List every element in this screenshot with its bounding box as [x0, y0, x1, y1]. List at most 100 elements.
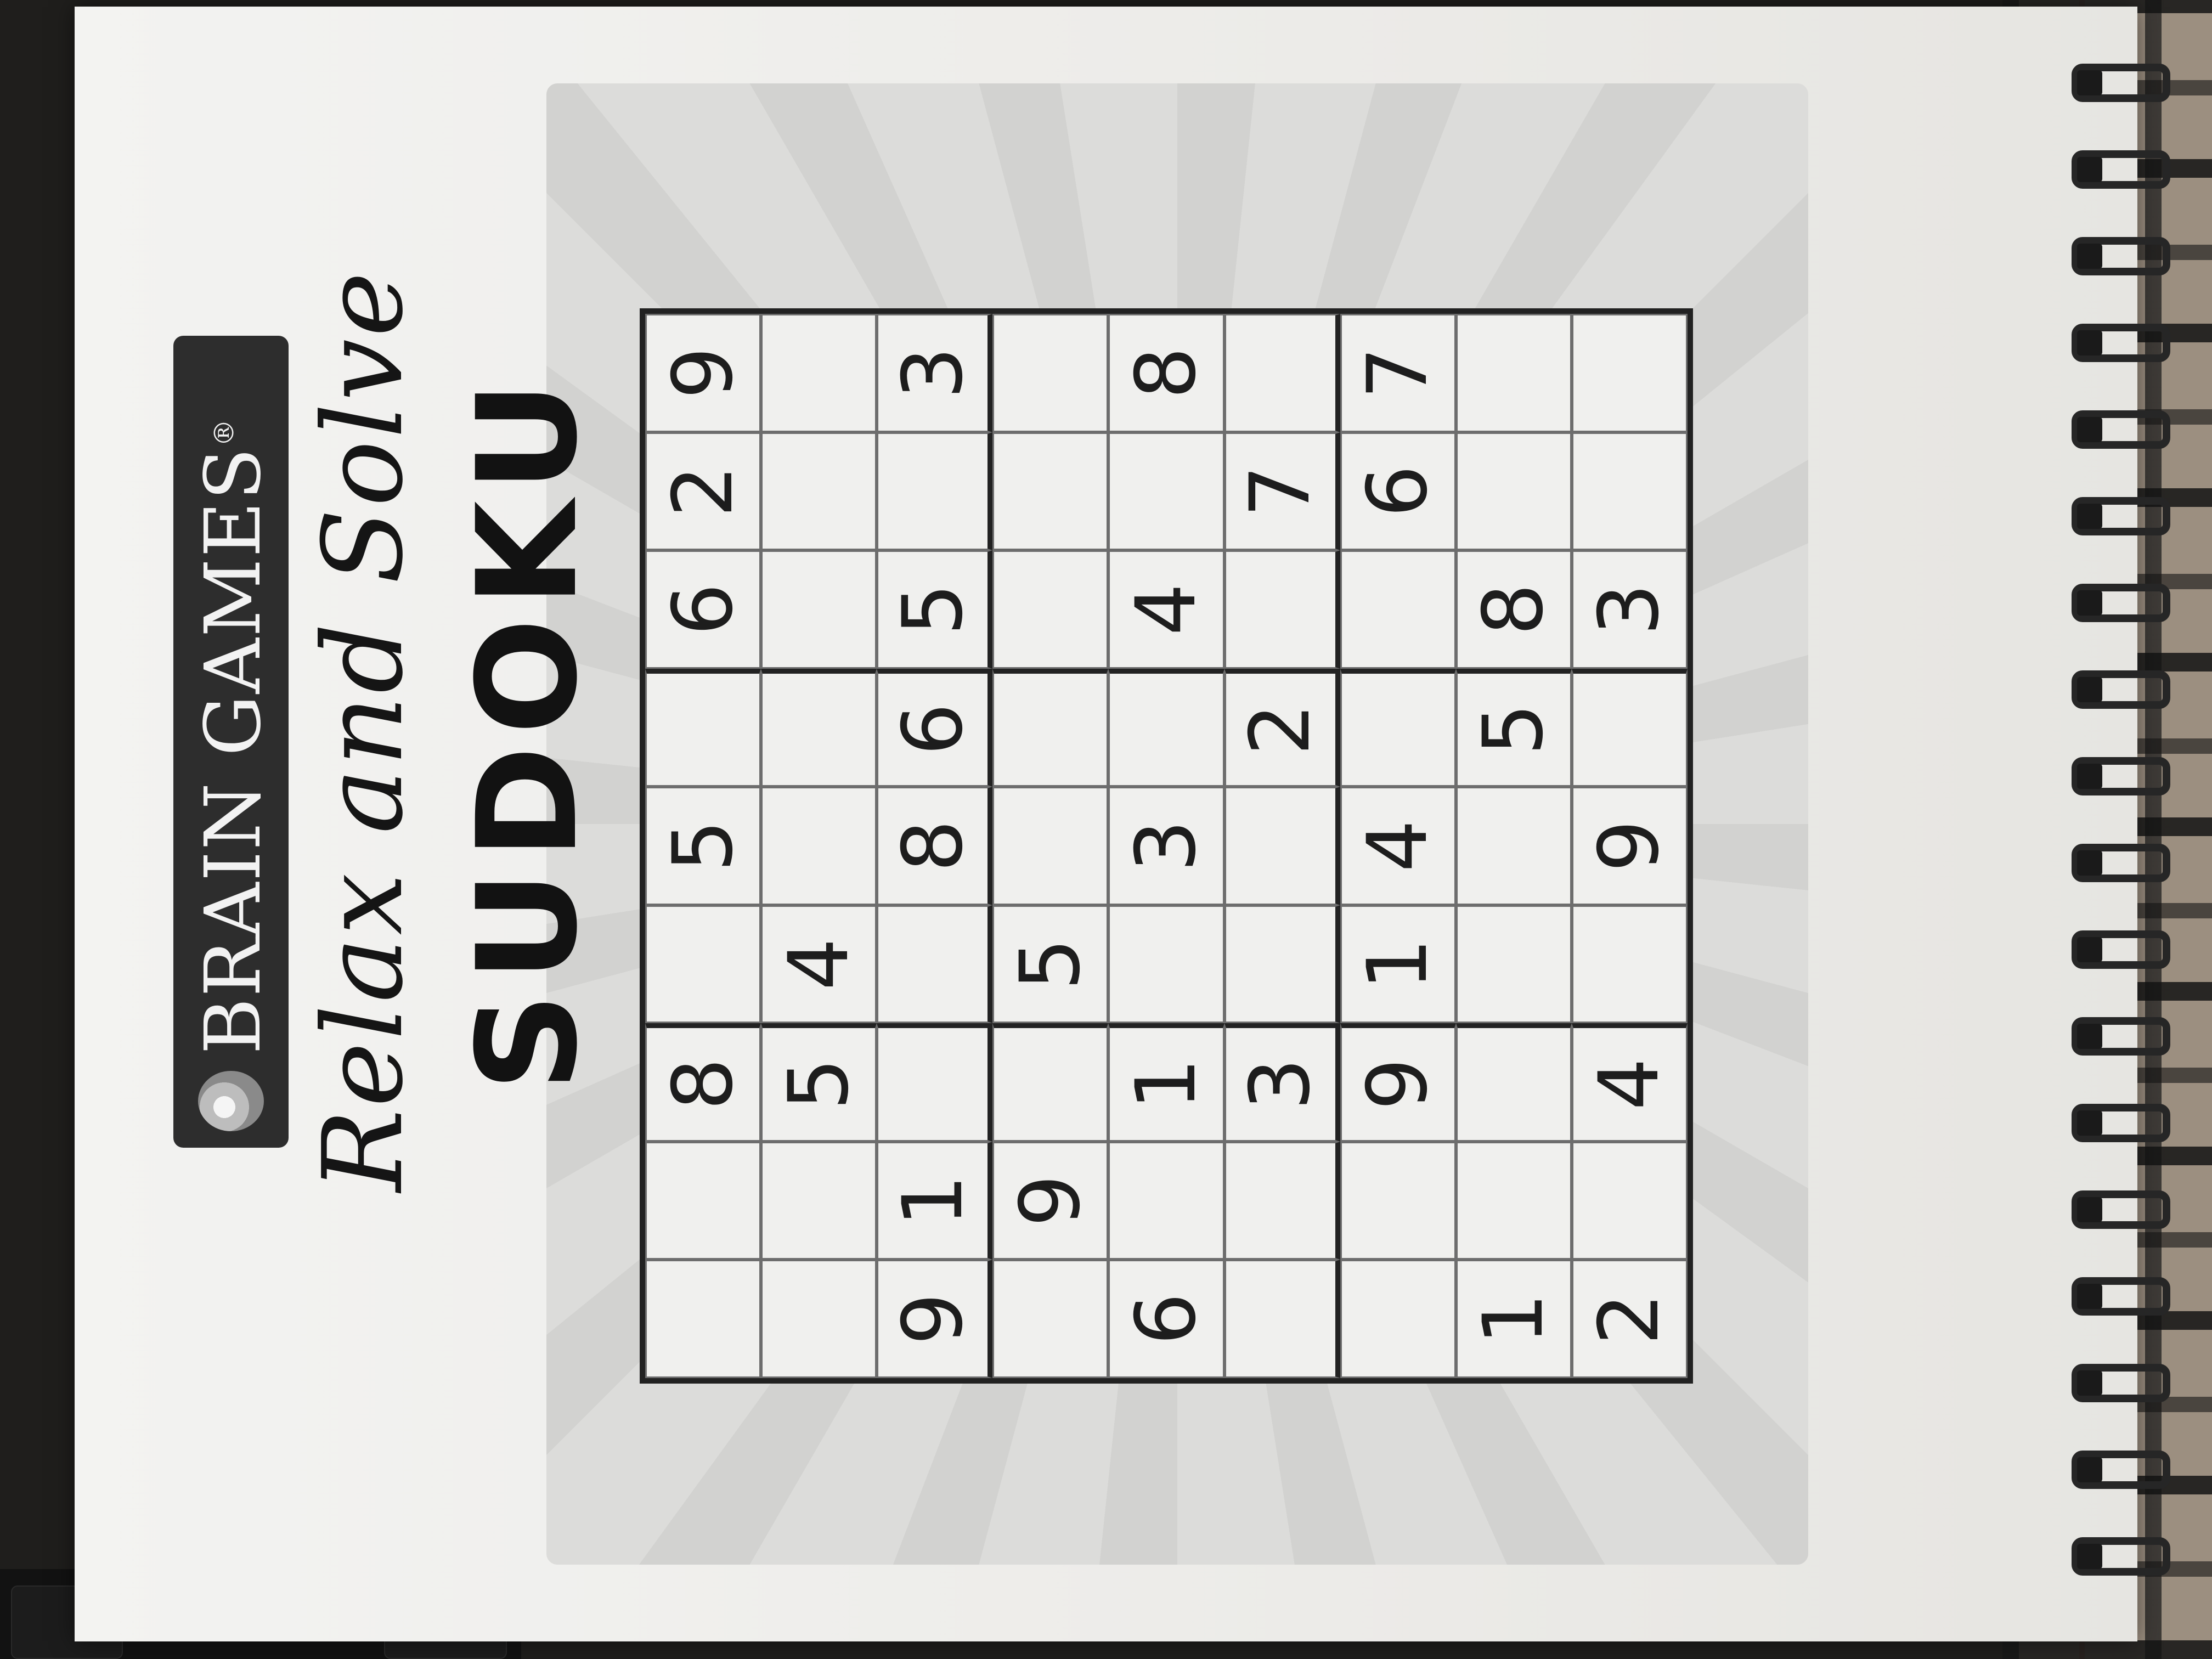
- sudoku-cell-r8c9: [1455, 314, 1572, 432]
- sudoku-cell-r1c9: 9: [645, 314, 761, 432]
- sudoku-cell-r4c5: [992, 787, 1109, 905]
- sudoku-cell-r8c5: [1455, 787, 1572, 905]
- sudoku-cell-r7c6: [1340, 668, 1456, 787]
- binding-hole: [2077, 330, 2102, 356]
- sudoku-cell-r3c7: 5: [877, 550, 993, 669]
- sudoku-cell-r8c8: [1455, 432, 1572, 551]
- sudoku-cell-r1c5: 5: [645, 787, 761, 905]
- binding-hole: [2077, 70, 2102, 95]
- sudoku-grid: 85629549186539561348327914671582493: [640, 308, 1693, 1384]
- sudoku-cell-r7c3: 9: [1340, 1023, 1456, 1142]
- sudoku-cell-r5c4: [1108, 905, 1224, 1024]
- sudoku-cell-r1c8: 2: [645, 432, 761, 551]
- sudoku-cell-r8c7: 8: [1455, 550, 1572, 669]
- sudoku-cell-r2c9: [761, 314, 877, 432]
- sudoku-cell-r6c7: [1224, 550, 1340, 669]
- brain-icon: [198, 1071, 264, 1131]
- sudoku-cell-r6c9: [1224, 314, 1340, 432]
- sudoku-cell-r7c5: 4: [1340, 787, 1456, 905]
- sudoku-cell-r1c4: [645, 905, 761, 1024]
- sudoku-cell-r4c9: [992, 314, 1109, 432]
- sudoku-cell-r9c9: [1571, 314, 1688, 432]
- sudoku-cell-r5c1: 6: [1108, 1260, 1224, 1378]
- tagline: Relax and Solve: [300, 269, 427, 1192]
- sudoku-cell-r7c4: 1: [1340, 905, 1456, 1024]
- book-page-wrapper: BRAIN GAMES® Relax and Solve SUDOKU 8562…: [0, 0, 2212, 1659]
- sudoku-cell-r9c2: [1571, 1141, 1688, 1260]
- sudoku-cell-r8c4: [1455, 905, 1572, 1024]
- sudoku-cell-r8c6: 5: [1455, 668, 1572, 787]
- sudoku-cell-r6c8: 7: [1224, 432, 1340, 551]
- page-title: SUDOKU: [448, 370, 607, 1092]
- binding-hole: [2077, 1284, 2102, 1309]
- brand-text: BRAIN GAMES: [189, 446, 278, 1054]
- sudoku-cell-r8c1: 1: [1455, 1260, 1572, 1378]
- sudoku-cell-r4c2: 9: [992, 1141, 1109, 1260]
- sudoku-cell-r6c2: [1224, 1141, 1340, 1260]
- sudoku-cell-r5c5: 3: [1108, 787, 1224, 905]
- sudoku-cell-r6c1: [1224, 1260, 1340, 1378]
- binding-hole: [2077, 417, 2102, 442]
- brand-name: BRAIN GAMES®: [189, 418, 278, 1054]
- sudoku-cell-r7c7: [1340, 550, 1456, 669]
- sudoku-cell-r4c4: 5: [992, 905, 1109, 1024]
- sudoku-cell-r2c7: [761, 550, 877, 669]
- brain-games-logo: BRAIN GAMES®: [173, 336, 289, 1148]
- sudoku-cell-r3c9: 3: [877, 314, 993, 432]
- sudoku-cell-r1c7: 6: [645, 550, 761, 669]
- binding-hole: [2077, 244, 2102, 269]
- binding-hole: [2077, 157, 2102, 182]
- binding-hole: [2077, 937, 2102, 962]
- sudoku-book-page: BRAIN GAMES® Relax and Solve SUDOKU 8562…: [75, 7, 2170, 1641]
- sudoku-cell-r6c4: [1224, 905, 1340, 1024]
- sudoku-cell-r5c3: 1: [1108, 1023, 1224, 1142]
- sudoku-cell-r4c7: [992, 550, 1109, 669]
- sudoku-cell-r7c2: [1340, 1141, 1456, 1260]
- sudoku-cell-r9c8: [1571, 432, 1688, 551]
- photo-scene: ⇥ fn BRAIN GAMES® Relax and Solve SUDOKU…: [0, 0, 2212, 1659]
- sudoku-cell-r6c5: [1224, 787, 1340, 905]
- sudoku-cell-r2c8: [761, 432, 877, 551]
- sudoku-cell-r9c1: 2: [1571, 1260, 1688, 1378]
- sudoku-cell-r6c6: 2: [1224, 668, 1340, 787]
- sudoku-cell-r5c2: [1108, 1141, 1224, 1260]
- sudoku-cell-r9c5: 9: [1571, 787, 1688, 905]
- sudoku-cell-r1c3: 8: [645, 1023, 761, 1142]
- sudoku-cell-r1c6: [645, 668, 761, 787]
- sudoku-cell-r2c5: [761, 787, 877, 905]
- binding-hole: [2077, 1457, 2102, 1482]
- binding-hole: [2077, 764, 2102, 789]
- spiral-binding: [2061, 7, 2170, 1641]
- sudoku-cell-r3c2: 1: [877, 1141, 993, 1260]
- binding-hole: [2077, 1024, 2102, 1049]
- sudoku-cell-r2c6: [761, 668, 877, 787]
- sudoku-cell-r4c8: [992, 432, 1109, 551]
- sudoku-cell-r9c3: 4: [1571, 1023, 1688, 1142]
- sudoku-cell-r3c4: [877, 905, 993, 1024]
- brand-registered-mark: ®: [208, 417, 240, 447]
- sudoku-cell-r2c4: 4: [761, 905, 877, 1024]
- sudoku-cell-r5c6: [1108, 668, 1224, 787]
- sudoku-cell-r4c6: [992, 668, 1109, 787]
- sudoku-cell-r1c1: [645, 1260, 761, 1378]
- sudoku-cell-r6c3: 3: [1224, 1023, 1340, 1142]
- sudoku-cell-r4c3: [992, 1023, 1109, 1142]
- sudoku-cell-r3c3: [877, 1023, 993, 1142]
- sudoku-cell-r3c6: 6: [877, 668, 993, 787]
- sudoku-cell-r2c1: [761, 1260, 877, 1378]
- binding-hole: [2077, 1370, 2102, 1396]
- sudoku-cell-r4c1: [992, 1260, 1109, 1378]
- sudoku-cell-r3c8: [877, 432, 993, 551]
- binding-hole: [2077, 504, 2102, 529]
- sudoku-cell-r7c8: 6: [1340, 432, 1456, 551]
- sudoku-cell-r8c3: [1455, 1023, 1572, 1142]
- binding-hole: [2077, 1197, 2102, 1222]
- sudoku-cell-r5c7: 4: [1108, 550, 1224, 669]
- sudoku-cell-r9c6: [1571, 668, 1688, 787]
- binding-hole: [2077, 850, 2102, 876]
- sudoku-cell-r3c1: 9: [877, 1260, 993, 1378]
- binding-hole: [2077, 677, 2102, 702]
- sudoku-cell-r2c3: 5: [761, 1023, 877, 1142]
- sudoku-cell-r1c2: [645, 1141, 761, 1260]
- sudoku-cell-r9c4: [1571, 905, 1688, 1024]
